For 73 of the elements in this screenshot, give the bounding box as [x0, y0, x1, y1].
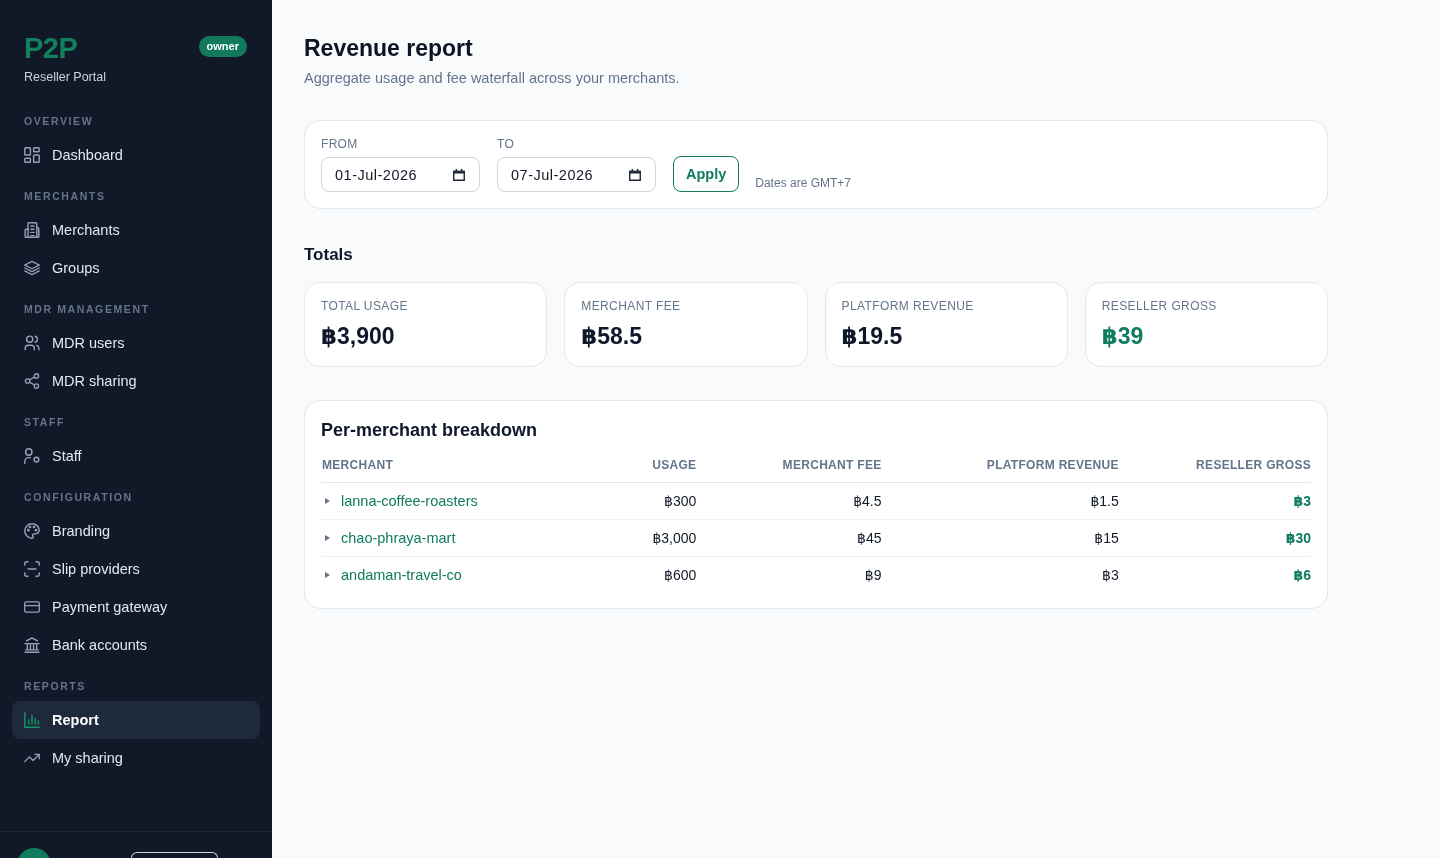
panel-title: Per-merchant breakdown [321, 419, 539, 442]
table-cell: ฿4.5 [696, 482, 882, 519]
nav-item[interactable]: Groups [12, 249, 260, 287]
field-label: TO [497, 136, 516, 152]
merchant-link[interactable]: chao-phraya-mart [341, 529, 456, 546]
table-cell: ฿30 [1118, 519, 1311, 556]
nav-item[interactable]: Report [12, 701, 260, 739]
table-cell: ฿3 [881, 556, 1119, 593]
column-header: RESELLER GROSS [1118, 448, 1311, 482]
apply-button[interactable]: Apply [673, 156, 740, 192]
nav-item[interactable]: Merchants [12, 211, 260, 249]
role-badge: owner [198, 36, 247, 57]
section-title: Totals [304, 244, 354, 266]
layers-icon [24, 260, 40, 276]
stat-value: ฿39 [1101, 322, 1145, 351]
nav-item[interactable]: Dashboard [12, 136, 260, 174]
stat-label: MERCHANT FEE [581, 298, 682, 314]
merchant-link[interactable]: lanna-coffee-roasters [341, 492, 478, 509]
nav-item[interactable]: Staff [12, 437, 260, 475]
date-field[interactable]: 07-Jul-2026 [497, 157, 656, 192]
nav-item[interactable]: My sharing [12, 739, 260, 777]
nav-item[interactable]: Slip providers [12, 550, 260, 588]
table-cell: ฿3,000 [581, 519, 697, 556]
calendar-icon [453, 168, 465, 181]
users-icon [24, 335, 40, 351]
stat-value: ฿19.5 [841, 322, 904, 351]
table-cell: ฿45 [696, 519, 882, 556]
stat-label: TOTAL USAGE [321, 298, 409, 314]
nav-item[interactable]: Bank accounts [12, 626, 260, 664]
column-header: USAGE [581, 448, 697, 482]
section-heading: MDR MANAGEMENT [23, 302, 151, 316]
palette-icon [24, 523, 40, 539]
table-cell: ฿300 [581, 482, 697, 519]
nav-item[interactable]: Payment gateway [12, 588, 260, 626]
nav-item[interactable]: Branding [12, 512, 260, 550]
building-icon [24, 222, 40, 238]
field-label: FROM [321, 136, 359, 152]
credit-card-icon [24, 599, 40, 615]
date-field[interactable]: 01-Jul-2026 [321, 157, 480, 192]
grid-icon [24, 147, 40, 163]
bank-icon [24, 637, 40, 653]
table-cell: ฿15 [881, 519, 1119, 556]
user-icon [24, 448, 40, 464]
share-icon [24, 373, 40, 389]
stat-value: ฿3,900 [321, 322, 396, 351]
column-header: PLATFORM REVENUE [881, 448, 1119, 482]
table-cell: ฿600 [581, 556, 697, 593]
logo: P2P [24, 31, 78, 66]
page-title: Revenue report [304, 34, 474, 63]
nav-item[interactable]: MDR sharing [12, 362, 260, 400]
stat-label: PLATFORM REVENUE [841, 298, 975, 314]
portal-subtitle: Reseller Portal [23, 69, 107, 86]
table-cell: ฿3 [1118, 482, 1311, 519]
column-header: MERCHANT [321, 448, 582, 482]
table-cell: ฿6 [1118, 556, 1311, 593]
stat-label: RESELLER GROSS [1101, 298, 1218, 314]
section-heading: CONFIGURATION [23, 490, 134, 504]
table-cell: ฿9 [696, 556, 882, 593]
section-heading: REPORTS [23, 679, 87, 693]
stat-value: ฿58.5 [581, 322, 644, 351]
section-heading: OVERVIEW [23, 114, 95, 128]
avatar-icon [17, 848, 51, 858]
section-heading: STAFF [23, 415, 67, 429]
table-cell: ฿1.5 [881, 482, 1119, 519]
scan-icon [24, 561, 40, 577]
section-heading: MERCHANTS [23, 189, 107, 203]
column-header: MERCHANT FEE [696, 448, 882, 482]
calendar-icon [629, 168, 641, 181]
nav-item[interactable]: MDR users [12, 324, 260, 362]
bar-chart-icon [24, 712, 40, 728]
merchant-link[interactable]: andaman-travel-co [341, 566, 462, 583]
timezone-note: Dates are GMT+7 [755, 175, 851, 192]
page-subtitle: Aggregate usage and fee waterfall across your merchants. [304, 69, 681, 88]
